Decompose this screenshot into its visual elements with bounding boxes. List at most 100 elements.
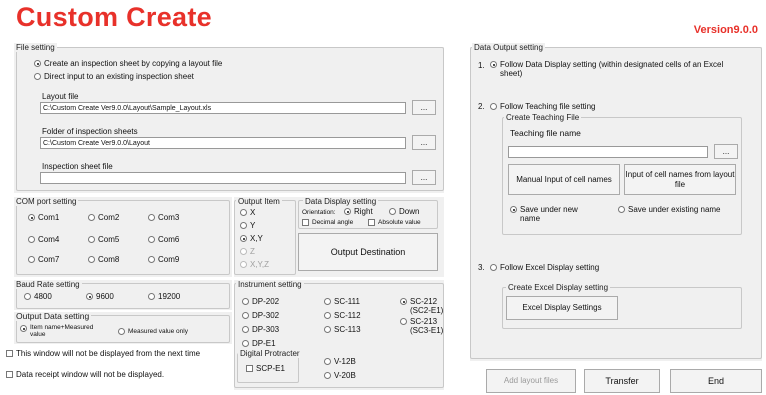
output-xyz-radio: X,Y,Z bbox=[240, 260, 269, 269]
sc112-radio[interactable]: SC-112 bbox=[324, 311, 361, 320]
follow-display-radio[interactable]: Follow Data Display setting (within desi… bbox=[490, 60, 746, 78]
sheet-browse-button[interactable]: ... bbox=[412, 170, 436, 185]
end-button[interactable]: End bbox=[670, 369, 762, 393]
orientation-down-radio[interactable]: Down bbox=[389, 207, 419, 216]
output-z-label: Z bbox=[250, 247, 255, 256]
teaching-browse-button[interactable]: ... bbox=[714, 144, 738, 159]
com1-radio[interactable]: Com1 bbox=[28, 213, 59, 222]
sc213-radio[interactable]: SC-213 (SC3-E1) bbox=[400, 317, 444, 335]
folder-browse-button[interactable]: ... bbox=[412, 135, 436, 150]
no-show-checkbox[interactable]: This window will not be displayed from t… bbox=[6, 349, 216, 358]
dpe1-radio[interactable]: DP-E1 bbox=[242, 339, 276, 348]
output-data-label: Output Data setting bbox=[14, 311, 92, 321]
com4-radio[interactable]: Com4 bbox=[28, 235, 59, 244]
input-from-layout-button[interactable]: Input of cell names from layout file bbox=[624, 164, 736, 195]
com7-radio[interactable]: Com7 bbox=[28, 255, 59, 264]
dp202-label: DP-202 bbox=[252, 297, 280, 306]
com3-label: Com3 bbox=[158, 213, 180, 222]
teaching-name-label: Teaching file name bbox=[510, 128, 581, 138]
radio-dot bbox=[24, 293, 31, 300]
com2-radio[interactable]: Com2 bbox=[88, 213, 119, 222]
radio-dot bbox=[242, 340, 249, 347]
sc113-radio[interactable]: SC-113 bbox=[324, 325, 361, 334]
follow-teaching-radio[interactable]: Follow Teaching file setting bbox=[490, 102, 595, 111]
com-port-panel: COM port setting Com1 Com2 Com3 Com4 Com… bbox=[14, 197, 232, 277]
dp303-radio[interactable]: DP-303 bbox=[242, 325, 279, 334]
com9-label: Com9 bbox=[158, 255, 180, 264]
no-receipt-checkbox[interactable]: Data receipt window will not be displaye… bbox=[6, 370, 164, 379]
dp302-radio[interactable]: DP-302 bbox=[242, 311, 279, 320]
orientation-right-radio[interactable]: Right bbox=[344, 207, 373, 216]
output-xy-radio[interactable]: X,Y bbox=[240, 234, 263, 243]
orientation-down-label: Down bbox=[399, 207, 420, 216]
radio-dot bbox=[242, 298, 249, 305]
output-y-radio[interactable]: Y bbox=[240, 221, 255, 230]
data-output-panel: Data Output setting 1. Follow Data Displ… bbox=[470, 43, 762, 361]
com2-label: Com2 bbox=[98, 213, 120, 222]
excel-display-settings-button[interactable]: Excel Display Settings bbox=[506, 296, 618, 320]
com8-label: Com8 bbox=[98, 255, 120, 264]
folder-label: Folder of inspection sheets bbox=[42, 127, 138, 136]
add-layout-files-button[interactable]: Add layout files bbox=[486, 369, 576, 393]
com9-radio[interactable]: Com9 bbox=[148, 255, 179, 264]
radio-dot bbox=[400, 298, 407, 305]
v12b-radio[interactable]: V-12B bbox=[324, 357, 356, 366]
dp202-radio[interactable]: DP-202 bbox=[242, 297, 279, 306]
radio-dot bbox=[240, 222, 247, 229]
com3-radio[interactable]: Com3 bbox=[148, 213, 179, 222]
com5-radio[interactable]: Com5 bbox=[88, 235, 119, 244]
output-item-panel: Output Item X Y X,Y Z X,Y,Z Data Display… bbox=[234, 197, 444, 277]
radio-dot bbox=[242, 312, 249, 319]
baud-9600-label: 9600 bbox=[96, 292, 114, 301]
sheet-file-input[interactable] bbox=[40, 172, 406, 184]
radio-dot bbox=[324, 358, 331, 365]
save-new-radio[interactable]: Save under new name bbox=[510, 205, 598, 223]
follow-excel-radio[interactable]: Follow Excel Display setting bbox=[490, 263, 599, 272]
output-data-panel: Output Data setting Item name+Measured v… bbox=[14, 312, 232, 344]
layout-browse-button[interactable]: ... bbox=[412, 100, 436, 115]
teaching-name-input[interactable] bbox=[508, 146, 708, 158]
manual-input-button[interactable]: Manual Input of cell names bbox=[508, 164, 620, 195]
baud-4800-radio[interactable]: 4800 bbox=[24, 292, 52, 301]
radio-dot bbox=[148, 214, 155, 221]
radio-dot bbox=[490, 61, 497, 68]
output-destination-button[interactable]: Output Destination bbox=[298, 233, 438, 271]
baud-19200-radio[interactable]: 19200 bbox=[148, 292, 180, 301]
output-item-label: Output Item bbox=[236, 197, 282, 206]
copy-layout-label: Create an inspection sheet by copying a … bbox=[44, 59, 223, 68]
com6-radio[interactable]: Com6 bbox=[148, 235, 179, 244]
radio-dot bbox=[324, 326, 331, 333]
baud-9600-radio[interactable]: 9600 bbox=[86, 292, 114, 301]
save-existing-radio[interactable]: Save under existing name bbox=[618, 205, 728, 214]
com6-label: Com6 bbox=[158, 235, 180, 244]
baud-4800-label: 4800 bbox=[34, 292, 52, 301]
sc212-radio[interactable]: SC-212 (SC2-E1) bbox=[400, 297, 444, 315]
sc111-radio[interactable]: SC-111 bbox=[324, 297, 360, 306]
layout-file-label: Layout file bbox=[42, 92, 79, 101]
transfer-button[interactable]: Transfer bbox=[584, 369, 660, 393]
scp-e1-checkbox[interactable]: SCP-E1 bbox=[246, 364, 285, 373]
orientation-label: Orientation: bbox=[302, 209, 336, 216]
v20b-radio[interactable]: V-20B bbox=[324, 371, 356, 380]
folder-input[interactable]: C:\Custom Create Ver9.0.0\Layout bbox=[40, 137, 406, 149]
follow-excel-label: Follow Excel Display setting bbox=[500, 263, 600, 272]
output-x-radio[interactable]: X bbox=[240, 208, 255, 217]
decimal-angle-checkbox[interactable]: Decimal angle bbox=[302, 218, 353, 227]
radio-dot bbox=[88, 236, 95, 243]
copy-layout-radio[interactable]: Create an inspection sheet by copying a … bbox=[34, 59, 222, 68]
com8-radio[interactable]: Com8 bbox=[88, 255, 119, 264]
decimal-angle-label: Decimal angle bbox=[312, 219, 354, 226]
item-name-measured-radio[interactable]: Item name+Measured value bbox=[20, 324, 104, 338]
teaching-label: Create Teaching File bbox=[504, 113, 582, 122]
radio-dot bbox=[34, 60, 41, 67]
layout-file-input[interactable]: C:\Custom Create Ver9.0.0\Layout\Sample_… bbox=[40, 102, 406, 114]
radio-dot bbox=[510, 206, 517, 213]
baud-19200-label: 19200 bbox=[158, 292, 181, 301]
radio-dot bbox=[88, 214, 95, 221]
dp303-label: DP-303 bbox=[252, 325, 280, 334]
absolute-value-checkbox[interactable]: Absolute value bbox=[368, 218, 421, 227]
checkbox-box bbox=[368, 219, 375, 226]
direct-input-radio[interactable]: Direct input to an existing inspection s… bbox=[34, 72, 194, 81]
radio-dot bbox=[618, 206, 625, 213]
measured-only-radio[interactable]: Measured value only bbox=[118, 327, 188, 336]
